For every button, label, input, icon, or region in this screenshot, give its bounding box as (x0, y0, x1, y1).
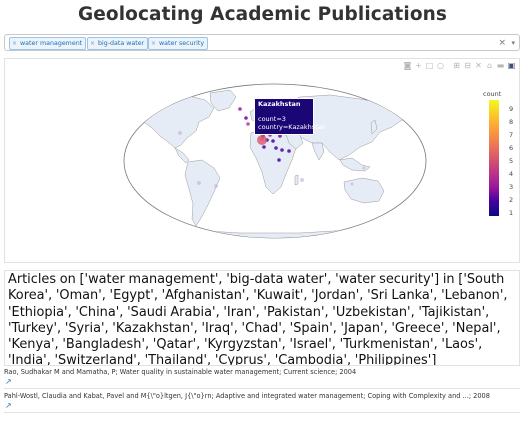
colorbar-tick: 4 (509, 170, 514, 178)
country-marker[interactable] (238, 107, 242, 111)
colorbar-tick: 2 (509, 196, 514, 204)
country-marker[interactable] (214, 184, 218, 188)
land-madagascar (294, 174, 299, 186)
country-marker[interactable] (277, 158, 281, 162)
country-marker[interactable] (197, 181, 201, 185)
country-marker[interactable] (178, 131, 182, 135)
external-link-icon[interactable]: ↗ (5, 401, 12, 410)
country-marker[interactable] (257, 135, 267, 145)
country-marker[interactable] (262, 145, 266, 149)
colorbar-tick: 1 (509, 209, 514, 217)
divider (4, 412, 520, 413)
country-marker[interactable] (300, 178, 304, 182)
colorbar-tick: 7 (509, 131, 514, 139)
country-marker[interactable] (350, 182, 354, 186)
country-marker[interactable] (287, 149, 291, 153)
tooltip-title: Kazakhstan (258, 100, 301, 108)
hover-tooltip: Kazakhstan count=3 country=Kazakhstan (254, 98, 326, 135)
country-marker[interactable] (271, 139, 275, 143)
country-marker[interactable] (280, 148, 284, 152)
country-marker[interactable] (362, 166, 366, 170)
country-marker[interactable] (246, 122, 250, 126)
colorbar (489, 100, 499, 216)
country-marker[interactable] (274, 146, 278, 150)
colorbar-tick: 6 (509, 144, 514, 152)
external-link-icon[interactable]: ↗ (5, 377, 12, 386)
colorbar-tick: 3 (509, 183, 514, 191)
article-citation: Rao, Sudhakar M and Mamatha, P; Water qu… (4, 368, 357, 376)
country-marker[interactable] (244, 116, 248, 120)
articles-heading: Articles on ['water management', 'big-da… (4, 270, 520, 366)
colorbar-title: count (483, 90, 502, 98)
dashboard-page: Geolocating Academic Publications × water… (0, 0, 525, 421)
tooltip-country: country=Kazakhstan (258, 122, 326, 131)
colorbar-tick: 9 (509, 105, 514, 113)
colorbar-tick: 5 (509, 157, 514, 165)
colorbar-tick: 8 (509, 118, 514, 126)
divider (4, 388, 520, 389)
article-citation: Pahl-Wostl, Claudia and Kabat, Pavel and… (4, 392, 490, 400)
